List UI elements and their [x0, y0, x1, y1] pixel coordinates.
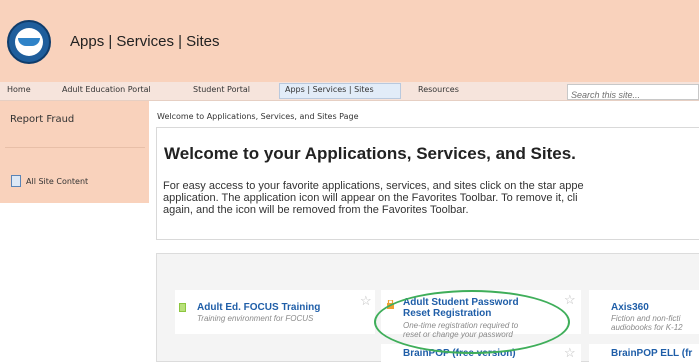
nav-adult-education-portal[interactable]: Adult Education Portal [62, 85, 151, 94]
sidebar-item-all-site-content[interactable]: All Site Content [11, 175, 89, 187]
welcome-description: For easy access to your favorite applica… [163, 180, 699, 216]
search-input[interactable] [568, 87, 699, 103]
site-content-icon [11, 175, 21, 187]
sidebar-item-report-fraud[interactable]: Report Fraud [10, 114, 74, 125]
all-site-content-label: All Site Content [26, 177, 89, 186]
welcome-line-2: application. The application icon will a… [163, 192, 578, 204]
app-tile-focus-training[interactable]: Adult Ed. FOCUS Training Training enviro… [175, 290, 375, 334]
district-seal-logo[interactable] [7, 20, 51, 64]
search-box[interactable] [567, 84, 699, 103]
site-header: Apps | Services | Sites [0, 0, 699, 82]
app-title[interactable]: Adult Ed. FOCUS Training [197, 302, 320, 313]
app-title[interactable]: BrainPOP ELL (fr [611, 348, 692, 359]
app-description: Training environment for FOCUS [197, 314, 314, 323]
app-tile-brainpop-ell[interactable]: BrainPOP ELL (fr [589, 344, 699, 364]
welcome-line-1: For easy access to your favorite applica… [163, 180, 584, 192]
site-title: Apps | Services | Sites [70, 33, 220, 50]
nav-home[interactable]: Home [7, 85, 31, 94]
page-title: Welcome to your Applications, Services, … [164, 144, 576, 163]
breadcrumb: Welcome to Applications, Services, and S… [157, 112, 359, 121]
favorite-star-icon[interactable]: ☆ [564, 292, 576, 308]
welcome-line-3: again, and the icon will be removed from… [163, 204, 469, 216]
nav-student-portal[interactable]: Student Portal [193, 85, 250, 94]
highlight-oval-annotation [374, 290, 570, 354]
green-book-icon [179, 303, 186, 312]
nav-resources[interactable]: Resources [418, 85, 459, 94]
favorite-star-icon[interactable]: ☆ [360, 293, 372, 309]
sidebar: Report Fraud All Site Content [0, 101, 149, 203]
app-tile-axis360[interactable]: Axis360 Fiction and non-ficti audiobooks… [589, 290, 699, 334]
app-title[interactable]: Axis360 [611, 302, 649, 313]
nav-apps-services-sites[interactable]: Apps | Services | Sites [285, 85, 374, 94]
welcome-panel: Welcome to your Applications, Services, … [156, 127, 699, 240]
favorite-star-icon[interactable]: ☆ [564, 345, 576, 361]
sidebar-divider [5, 147, 145, 148]
app-description-line-2: audiobooks for K-12 [611, 323, 683, 332]
app-description-line-1: Fiction and non-ficti [611, 314, 681, 323]
